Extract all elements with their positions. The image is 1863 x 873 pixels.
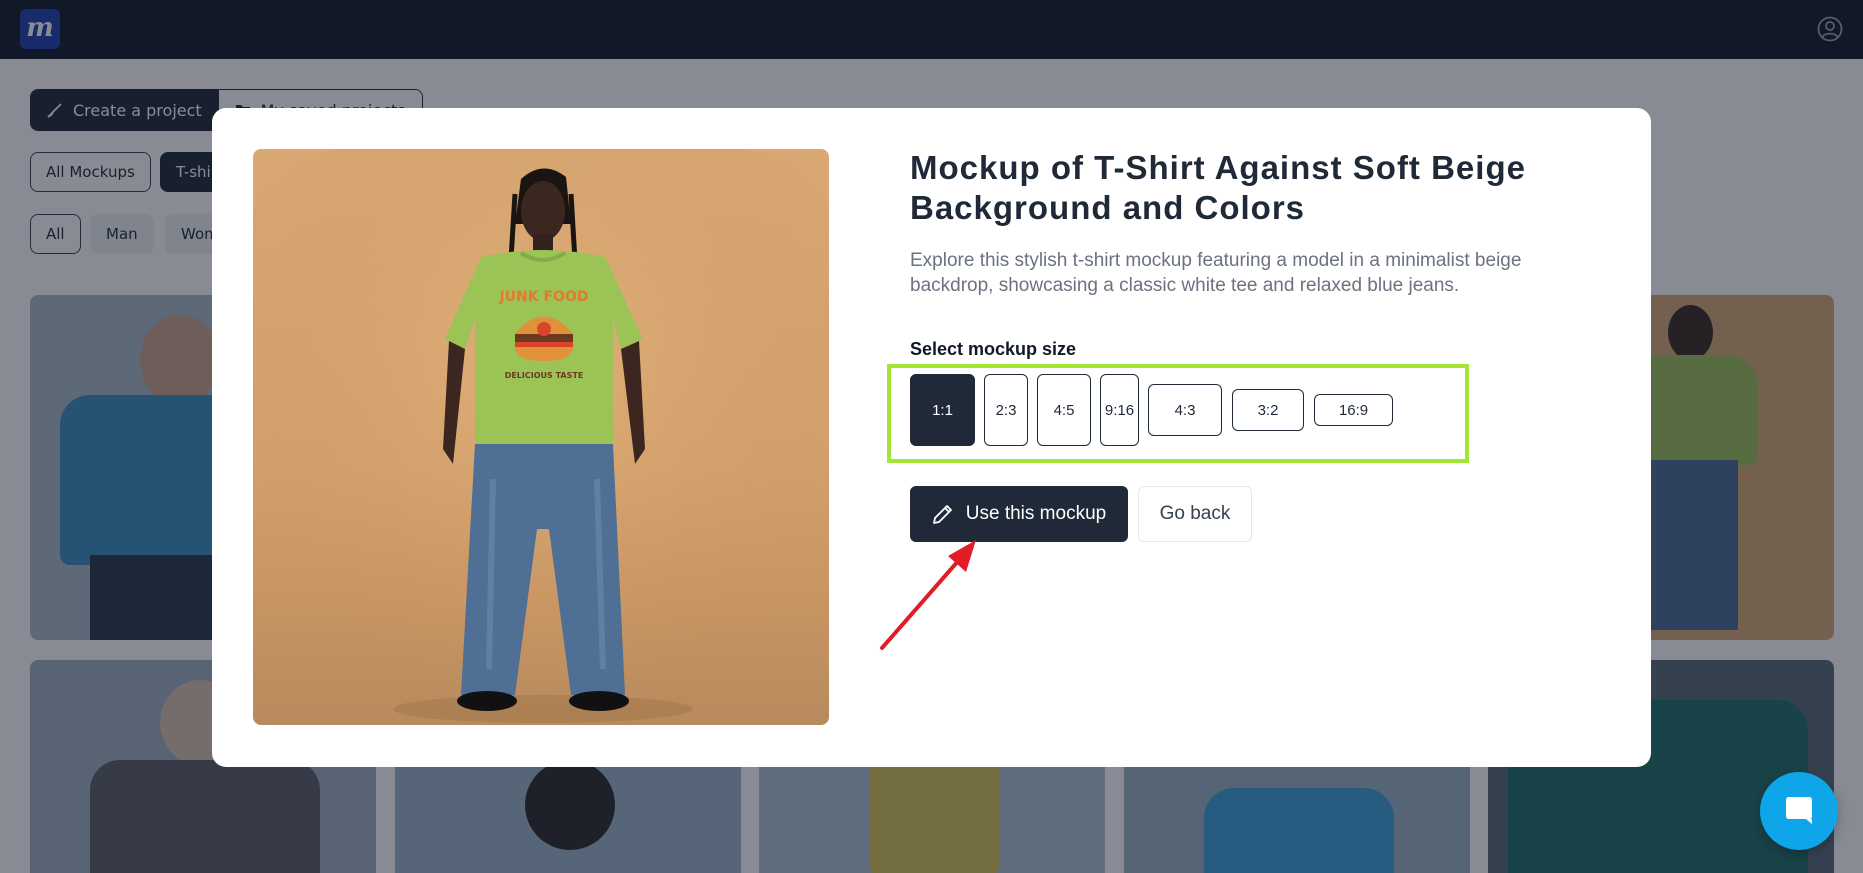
page: m Create a project My saved projects All… [0,0,1863,873]
size-option-9-16[interactable]: 9:16 [1100,374,1139,446]
pencil-icon [932,505,952,524]
mockup-title: Mockup of T-Shirt Against Soft Beige Bac… [910,149,1526,226]
mockup-detail-modal: JUNK FOOD DELICIOUS TASTE Mockup of T-Sh… [212,108,1651,767]
use-mockup-label: Use this mockup [965,503,1107,524]
size-option-1-1[interactable]: 1:1 [910,374,975,446]
size-option-4-3[interactable]: 4:3 [1148,384,1222,436]
svg-text:JUNK FOOD: JUNK FOOD [498,289,588,305]
size-option-16-9[interactable]: 16:9 [1314,394,1393,426]
size-option-2-3[interactable]: 2:3 [984,374,1028,446]
size-select-label: Select mockup size [910,339,1077,359]
mockup-preview-image: JUNK FOOD DELICIOUS TASTE [253,149,829,725]
chat-launcher-button[interactable] [1760,772,1838,850]
tshirt-model-illustration: JUNK FOOD DELICIOUS TASTE [253,149,829,725]
size-option-4-5[interactable]: 4:5 [1037,374,1091,446]
mockup-description: Explore this stylish t-shirt mockup feat… [910,250,1522,296]
use-mockup-button[interactable]: Use this mockup [910,486,1128,542]
svg-text:DELICIOUS TASTE: DELICIOUS TASTE [505,371,584,380]
go-back-button[interactable]: Go back [1138,486,1252,542]
chat-bubble-icon [1786,797,1812,824]
size-options: 1:1 2:3 4:5 9:16 4:3 3:2 16:9 [910,374,1410,446]
size-option-3-2[interactable]: 3:2 [1232,389,1304,431]
